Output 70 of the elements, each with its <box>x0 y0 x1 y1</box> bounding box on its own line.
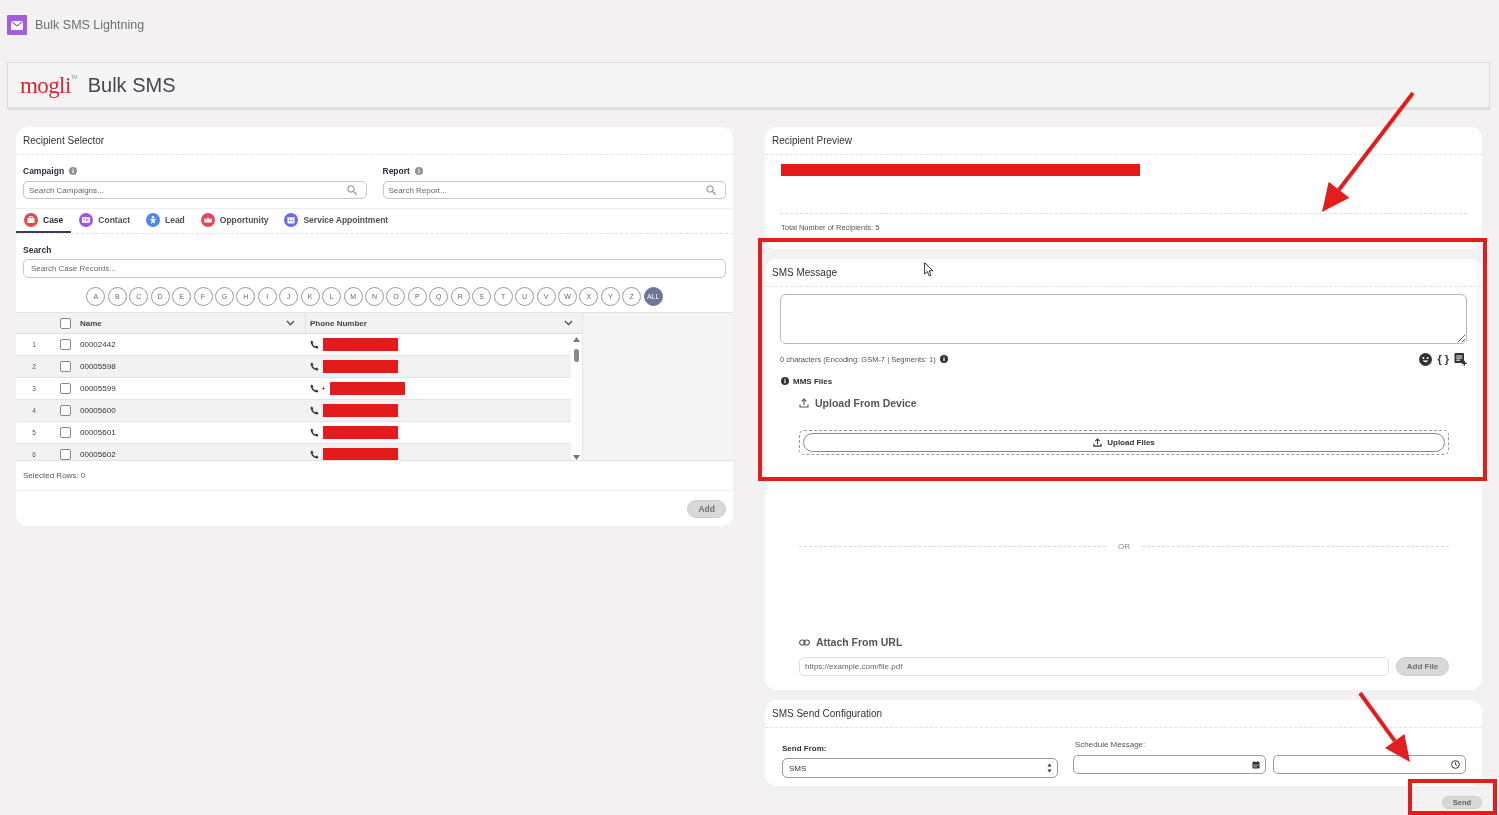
search-icon <box>346 185 357 195</box>
field-label: Report <box>382 166 410 176</box>
object-tab[interactable]: Case <box>16 209 72 233</box>
section-heading: Upload From Device <box>815 397 917 409</box>
table-cell: 00005602 <box>80 450 116 459</box>
field-label: Send From: <box>782 744 828 754</box>
object-tab[interactable]: Contact <box>71 209 138 233</box>
emoji-icon[interactable] <box>1419 352 1433 366</box>
checkbox[interactable] <box>60 383 71 394</box>
logo: mogli$^{TM}$ <box>20 73 77 97</box>
divider-label: OR <box>1118 541 1130 551</box>
merge-field-button[interactable]: { } <box>1435 353 1451 365</box>
up-down-arrows-icon <box>1047 763 1052 773</box>
object-tab[interactable]: Lead <box>137 209 193 233</box>
link-icon <box>799 638 810 646</box>
search-field[interactable]: Search Campaigns... <box>23 181 367 199</box>
checkbox[interactable] <box>60 449 71 460</box>
phone-icon <box>310 384 319 393</box>
add-template-icon[interactable] <box>1454 352 1468 366</box>
mouse-pointer-icon <box>924 262 934 277</box>
column-header[interactable]: Phone Number <box>310 318 367 328</box>
info-icon <box>939 355 948 363</box>
checkbox[interactable] <box>60 339 71 350</box>
card-title: SMS Send Configuration <box>765 700 1482 728</box>
app-title: Bulk SMS Lightning <box>35 18 145 32</box>
phone-icon <box>310 428 319 437</box>
url-field[interactable]: https://example.com/file.pdf <box>799 657 1389 676</box>
search-field[interactable]: Search Case Records... <box>23 259 726 278</box>
phone-icon <box>310 340 319 349</box>
clock-icon <box>1451 760 1460 769</box>
scrollbar[interactable] <box>571 335 582 460</box>
phone-icon <box>310 406 319 415</box>
upload-icon <box>799 398 809 408</box>
info-icon <box>69 167 78 175</box>
table-cell: 00005600 <box>80 406 116 415</box>
checkbox[interactable] <box>60 405 71 416</box>
info-icon <box>781 377 789 385</box>
card-title: Recipient Preview <box>765 127 1482 155</box>
phone-icon <box>310 362 319 371</box>
section-label: MMS Files <box>793 376 833 386</box>
send-from-select[interactable]: SMS <box>782 758 1058 778</box>
chevron-down-icon[interactable] <box>286 320 295 326</box>
envelope-icon <box>7 15 27 35</box>
column-header[interactable]: Name <box>80 318 102 328</box>
field-label: Schedule Message: <box>1074 740 1147 750</box>
checkbox[interactable] <box>60 427 71 438</box>
checkbox[interactable] <box>60 361 71 372</box>
table-cell: 00002442 <box>80 340 116 349</box>
object-tab[interactable]: Service Appointment <box>276 209 397 233</box>
section-heading: Attach From URL <box>816 636 903 648</box>
date-field[interactable] <box>1073 755 1266 774</box>
upload-icon <box>1093 438 1103 447</box>
page-title: Bulk SMS <box>87 73 176 97</box>
info-icon <box>414 167 423 175</box>
object-tab[interactable]: Opportunity <box>192 209 277 233</box>
field-label: Search <box>23 245 53 255</box>
phone-text: + <box>321 384 326 393</box>
card-title: Recipient Selector <box>16 127 733 155</box>
calendar-icon <box>1252 760 1260 769</box>
search-field[interactable]: Search Report... <box>382 181 726 199</box>
table-cell: 00005598 <box>80 362 116 371</box>
search-icon <box>706 185 716 195</box>
table-cell: 00005599 <box>80 384 116 393</box>
chevron-down-icon[interactable] <box>564 320 573 326</box>
checkbox[interactable] <box>60 317 71 329</box>
phone-icon <box>310 450 319 459</box>
message-field[interactable] <box>780 294 1467 344</box>
selected-rows-count: Selected Rows: 0 <box>23 471 86 480</box>
field-label: Campaign <box>23 166 65 176</box>
table-cell: 00005601 <box>80 428 116 437</box>
